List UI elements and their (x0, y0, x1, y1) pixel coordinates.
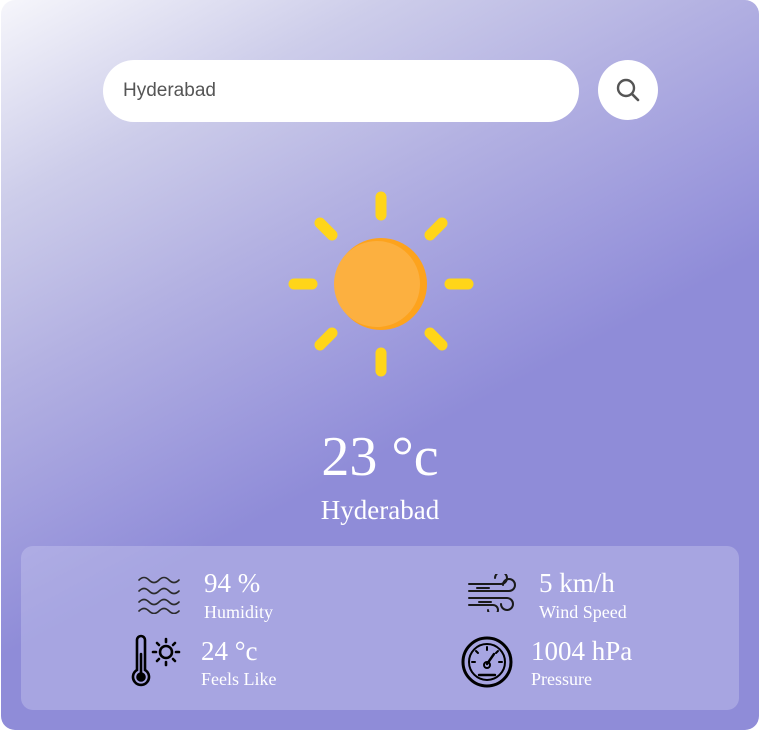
search-field[interactable] (103, 60, 579, 122)
pressure-value: 1004 hPa (531, 636, 633, 666)
pressure-label: Pressure (531, 669, 592, 689)
humidity-waves-icon (138, 576, 180, 614)
city-name: Hyderabad (320, 495, 440, 525)
feels-like-value: 24 °c (201, 636, 258, 666)
wind-value: 5 km/h (539, 568, 615, 598)
feels-like-label: Feels Like (201, 669, 277, 689)
humidity-label: Humidity (204, 602, 274, 622)
search-icon (616, 78, 640, 102)
humidity-value: 94 % (204, 568, 261, 598)
wind-label: Wind Speed (539, 602, 627, 622)
temperature: 23 °c (321, 426, 439, 488)
sun-icon (288, 191, 474, 377)
weather-card: 23 °c Hyderabad 94 % Humidity (1, 0, 759, 730)
thermometer-sun-icon (131, 634, 181, 687)
search-input[interactable] (103, 60, 579, 122)
wind-icon (468, 574, 516, 612)
gauge-icon (461, 636, 513, 688)
details-panel: 94 % Humidity 5 km/h Wind Speed 24 °c Fe… (21, 546, 739, 710)
search-button[interactable] (598, 60, 658, 120)
